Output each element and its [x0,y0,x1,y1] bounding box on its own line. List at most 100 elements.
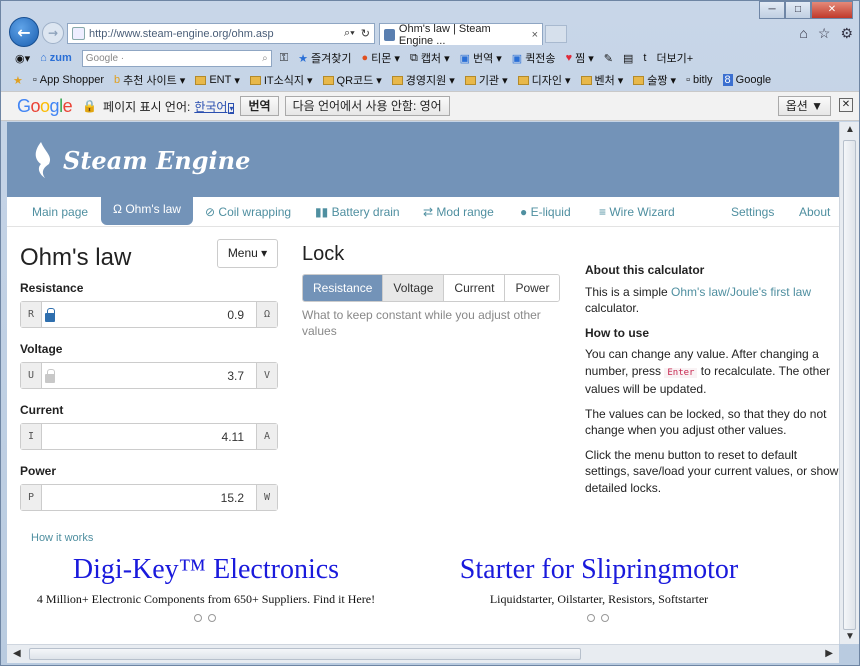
options-button[interactable]: 옵션 ▼ [777,96,831,116]
site-brand[interactable]: Steam Engine [31,140,250,180]
nav-mod-range[interactable]: ⇄ Mod range [423,205,494,219]
refresh-icon[interactable]: ↻ [361,27,370,40]
current-input[interactable]: 4.11 [42,430,256,444]
translate-button[interactable]: 번역 [240,96,279,116]
menu-button[interactable]: Menu ▾ [217,239,278,268]
toolbar-search-input[interactable]: Google · ⌕ [81,49,272,67]
fav-it[interactable]: IT소식지 ▾ [249,72,313,88]
fav-recommended[interactable]: b 추천 사이트 ▾ [114,72,185,88]
how-to-use-heading: How to use [585,325,650,340]
tab-favicon-icon [384,28,395,41]
nav-wire-wizard[interactable]: ≡ Wire Wizard [599,205,675,219]
favorites-star-icon[interactable]: ☆ [818,25,831,42]
address-bar[interactable]: http://www.steam-engine.org/ohm.asp ⌕▾ ↻ [67,23,375,44]
twitter-icon[interactable]: t [643,52,646,64]
never-translate-button[interactable]: 다음 언어에서 사용 안함: 영어 [284,96,450,116]
back-button[interactable]: ← [9,17,39,47]
how-it-works-link[interactable]: How it works [31,532,93,544]
folder-icon [464,75,476,85]
fav-app-shopper[interactable]: ▫ App Shopper [33,74,104,86]
page-language-select[interactable]: 한국어 ▾ [194,98,235,115]
scroll-thumb[interactable] [29,648,581,660]
favorites-star-icon[interactable]: ★ [13,74,23,87]
ad-slipring[interactable]: Starter for Slipringmotor Liquidstarter,… [427,554,771,607]
scroll-right-icon[interactable]: ▶ [825,648,833,659]
nav-battery-drain[interactable]: ▮▮ Battery drain [315,205,400,219]
toolbar-more[interactable]: 더보기+ [656,50,693,66]
resistance-unit: Ω [256,302,277,327]
key-icon[interactable]: ⚿ [280,52,288,65]
fav-bitly[interactable]: ▫ bitly [686,74,712,86]
fav-ent[interactable]: ENT ▾ [195,74,240,87]
heart-icon: ♥ [565,52,573,64]
toolbar-zum[interactable]: ⌂ zum [40,52,72,64]
scroll-thumb[interactable] [843,140,856,630]
scroll-up-icon[interactable]: ▲ [845,124,855,135]
chevron-down-icon: ▾ [228,102,235,114]
nav-coil-wrapping[interactable]: ⊘ Coil wrapping [205,205,291,219]
minimize-button[interactable]: ─ [759,1,785,19]
search-icon[interactable]: ⌕▾ [344,27,355,40]
lock-option-power[interactable]: Power [505,275,560,301]
lock-option-voltage[interactable]: Voltage [383,275,445,301]
ad-title[interactable]: Starter for Slipringmotor [427,554,771,586]
ohms-law-link[interactable]: Ohm's law/Joule's first law [671,285,811,299]
dot-icon[interactable] [194,614,202,622]
browser-tab[interactable]: Ohm's law | Steam Engine ... × [379,23,543,47]
fav-venture[interactable]: 벤처 ▾ [580,72,623,88]
fav-drinks[interactable]: 술짱 ▾ [633,72,676,88]
dot-icon[interactable] [601,614,609,622]
fav-design[interactable]: 디자인 ▾ [517,72,571,88]
scroll-left-icon[interactable]: ◀ [13,648,21,659]
toolbar-translate[interactable]: ▣ 번역 ▾ [460,50,502,66]
toolbar-quicksend[interactable]: ▣ 퀵전송 [512,50,556,66]
nav-main-page[interactable]: Main page [32,205,88,219]
scroll-down-icon[interactable]: ▼ [845,631,855,642]
tmon-icon: ● [361,52,369,64]
broom-icon[interactable]: ✎ [604,52,613,65]
folder-icon [195,75,207,85]
toolbar-tmon[interactable]: ● 티몬 ▾ [362,50,400,66]
vertical-scrollbar[interactable]: ▲ ▼ [839,122,859,644]
toolbar-wishlist[interactable]: ♥ 찜 ▾ [566,50,594,66]
lock-option-current[interactable]: Current [444,275,506,301]
unlock-icon[interactable] [45,369,55,383]
fav-google[interactable]: 8 Google [722,74,771,86]
dot-icon[interactable] [587,614,595,622]
title-bar: ← → http://www.steam-engine.org/ohm.asp … [1,1,859,47]
fav-management[interactable]: 경영지원 ▾ [391,72,455,88]
nav-ohms-law[interactable]: Ω Ohm's law [101,197,193,225]
fav-institution[interactable]: 기관 ▾ [464,72,508,88]
page-icon: ▫ [686,74,690,86]
toolbar-favorites[interactable]: ★ 즐겨찾기 [298,50,351,66]
ad-digikey[interactable]: Digi-Key™ Electronics 4 Million+ Electro… [31,554,381,606]
new-tab-button[interactable] [545,25,567,43]
nav-e-liquid[interactable]: ● E-liquid [520,205,571,219]
favorites-bar: ★ ▫ App Shopper b 추천 사이트 ▾ ENT ▾ IT소식지 ▾ QR코드… [1,69,859,91]
lock-heading: Lock [302,243,345,265]
gear-icon[interactable]: ⚙ [840,25,853,42]
maximize-button[interactable]: □ [785,1,811,19]
horizontal-scrollbar[interactable]: ◀ ▶ [7,644,839,663]
ad-title[interactable]: Digi-Key™ Electronics [31,554,381,586]
page-menu-icon[interactable]: ◉▾ [15,52,30,65]
translate-close-icon[interactable]: ✕ [839,98,853,112]
voltage-input[interactable]: 3.7 [55,369,256,383]
window-close-button[interactable]: ✕ [811,1,853,19]
lock-icon[interactable] [45,308,55,322]
home-icon[interactable]: ⌂ [799,25,807,42]
resistance-input[interactable]: 0.9 [55,308,256,322]
tab-close-icon[interactable]: × [532,29,542,41]
nav-about[interactable]: About [799,205,830,219]
power-input[interactable]: 15.2 [42,491,256,505]
page-language-label: 페이지 표시 언어: [103,99,191,114]
dot-icon[interactable] [208,614,216,622]
nav-settings[interactable]: Settings [731,205,774,219]
forward-button[interactable]: → [42,22,64,44]
toolbar-capture[interactable]: ⧉ 캡처 ▾ [410,50,450,66]
fav-qr[interactable]: QR코드 ▾ [322,72,382,88]
book-icon[interactable]: ▤ [623,52,633,65]
lock-option-resistance[interactable]: Resistance [303,275,384,301]
page-icon: ▫ [32,74,37,86]
steam-flame-icon [35,142,51,178]
